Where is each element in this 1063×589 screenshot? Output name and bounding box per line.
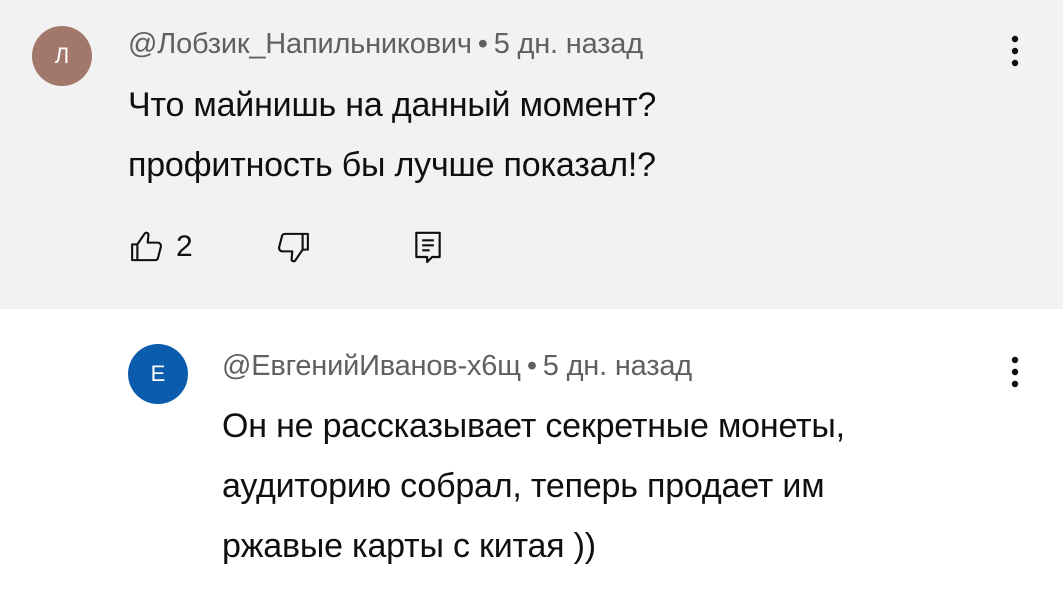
reply-header: @ЕвгенийИванов-х6щ • 5 дн. назад [222, 350, 692, 383]
like-count: 2 [176, 230, 193, 263]
separator-dot: • [477, 28, 488, 60]
thumb-up-icon [131, 231, 162, 262]
avatar-letter: Е [150, 361, 166, 386]
comment-time[interactable]: 5 дн. назад [494, 28, 643, 60]
reply-text-line: ржавые карты с китая )) [222, 527, 596, 565]
author-name[interactable]: @ЕвгенийИванов-х6щ [222, 350, 521, 382]
comment-time[interactable]: 5 дн. назад [543, 350, 692, 382]
comment-text-line: Что майнишь на данный момент? [128, 86, 657, 124]
comment-header: @Лобзик_Напильникович • 5 дн. назад [128, 28, 643, 61]
comment-card: Л @Лобзик_Напильникович • 5 дн. назад Что … [0, 0, 1063, 309]
dislike-button[interactable] [272, 222, 314, 272]
author-name[interactable]: @Лобзик_Напильникович [128, 28, 472, 60]
like-button[interactable]: 2 [126, 222, 193, 272]
comment-text: Что майнишь на данный момент? профитност… [128, 75, 656, 195]
avatar[interactable]: Л [32, 26, 92, 86]
comment-icon [415, 231, 441, 264]
avatar-letter: Л [54, 43, 70, 68]
separator-dot: • [526, 350, 537, 382]
avatar[interactable]: Е [128, 344, 188, 404]
thumb-down-icon [278, 232, 309, 263]
reply-text-line: Он не рассказывает секретные монеты, [222, 407, 845, 445]
comment-text-line: профитность бы лучше показал!? [128, 146, 656, 184]
reply-text: Он не рассказывает секретные монеты, ауд… [222, 396, 845, 576]
reply-button[interactable] [408, 222, 448, 272]
reply-text-line: аудиторию собрал, теперь продает им [222, 467, 825, 505]
more-options-button[interactable] [1000, 31, 1030, 71]
more-options-button[interactable] [1000, 352, 1030, 392]
comments-view: Л @Лобзик_Напильникович • 5 дн. назад Что … [0, 0, 1063, 589]
more-vert-icon [1011, 356, 1019, 388]
more-vert-icon [1011, 35, 1019, 67]
